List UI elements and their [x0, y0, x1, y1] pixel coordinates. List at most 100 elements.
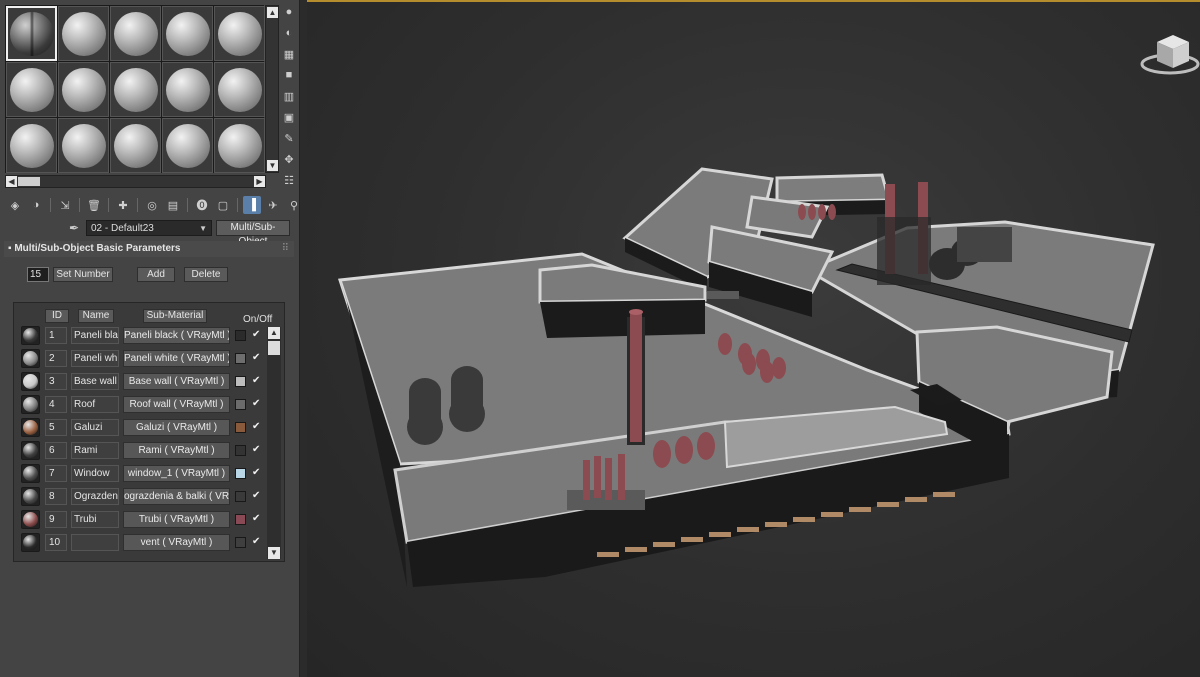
row-color-swatch[interactable] [235, 422, 246, 433]
row-sub-material-button[interactable]: window_1 ( VRayMtl ) [123, 465, 230, 482]
delete-icon[interactable]: 🗑 [85, 196, 103, 214]
table-scrollbar[interactable]: ▲ ▼ [267, 327, 281, 559]
table-row[interactable]: 9 Trubi Trubi ( VRayMtl ) ✔ [14, 509, 268, 529]
set-number-button[interactable]: Set Number [53, 267, 113, 282]
row-name-field[interactable]: Trubi [71, 511, 119, 528]
uv-tiling-icon[interactable]: ■ [282, 68, 296, 82]
scroll-thumb[interactable] [18, 177, 40, 186]
sub-material-sphere-preview[interactable] [21, 418, 40, 437]
number-of-materials-input[interactable]: 15 [27, 267, 49, 282]
background-icon[interactable]: ▦ [282, 47, 296, 61]
material-navigator-icon[interactable]: ☷ [282, 173, 296, 187]
row-sub-material-button[interactable]: Roof wall ( VRayMtl ) [123, 396, 230, 413]
row-id-field[interactable]: 2 [45, 350, 67, 367]
row-on-off-checkbox[interactable]: ✔ [252, 374, 264, 388]
header-id[interactable]: ID [45, 309, 69, 323]
row-name-field[interactable]: Rami [71, 442, 119, 459]
sub-material-sphere-preview[interactable] [21, 533, 40, 552]
show-shaded-icon[interactable]: ▢ [214, 196, 232, 214]
row-on-off-checkbox[interactable]: ✔ [252, 397, 264, 411]
scroll-left-icon[interactable]: ◀ [6, 176, 17, 187]
row-sub-material-button[interactable]: Galuzi ( VRayMtl ) [123, 419, 230, 436]
make-preview-icon[interactable]: ▣ [282, 110, 296, 124]
viewcube-icon[interactable] [1140, 35, 1200, 75]
sub-material-sphere-preview[interactable] [21, 510, 40, 529]
material-id-icon[interactable]: ⓿ [193, 196, 211, 214]
row-name-field[interactable]: Galuzi [71, 419, 119, 436]
row-on-off-checkbox[interactable]: ✔ [252, 489, 264, 503]
row-sub-material-button[interactable]: Paneli black ( VRayMtl ) [123, 327, 230, 344]
table-row[interactable]: 6 Rami Rami ( VRayMtl ) ✔ [14, 440, 268, 460]
sub-material-sphere-preview[interactable] [21, 441, 40, 460]
row-sub-material-button[interactable]: ograzdenia & balki ( VRayMtl ) [123, 488, 230, 505]
row-id-field[interactable]: 4 [45, 396, 67, 413]
sub-material-sphere-preview[interactable] [21, 372, 40, 391]
material-slot[interactable] [162, 118, 213, 173]
row-on-off-checkbox[interactable]: ✔ [252, 466, 264, 480]
table-row[interactable]: 5 Galuzi Galuzi ( VRayMtl ) ✔ [14, 417, 268, 437]
row-name-field[interactable] [71, 534, 119, 551]
row-color-swatch[interactable] [235, 468, 246, 479]
make-unique-icon[interactable]: ✚ [114, 196, 132, 214]
scroll-up-icon[interactable]: ▲ [267, 7, 278, 18]
row-color-swatch[interactable] [235, 330, 246, 341]
row-sub-material-button[interactable]: Rami ( VRayMtl ) [123, 442, 230, 459]
row-color-swatch[interactable] [235, 353, 246, 364]
material-slot[interactable] [58, 62, 109, 117]
row-id-field[interactable]: 9 [45, 511, 67, 528]
row-on-off-checkbox[interactable]: ✔ [252, 443, 264, 457]
perspective-viewport[interactable] [307, 0, 1200, 677]
header-name[interactable]: Name [78, 309, 114, 323]
material-slot[interactable] [6, 6, 57, 61]
row-on-off-checkbox[interactable]: ✔ [252, 351, 264, 365]
sub-material-sphere-preview[interactable] [21, 395, 40, 414]
table-row[interactable]: 10 vent ( VRayMtl ) ✔ [14, 532, 268, 552]
assign-material-icon[interactable]: ⇲ [56, 196, 74, 214]
material-slot[interactable] [214, 6, 265, 61]
scroll-thumb[interactable] [268, 341, 280, 355]
row-on-off-checkbox[interactable]: ✔ [252, 512, 264, 526]
material-slot[interactable] [6, 118, 57, 173]
material-slot[interactable] [162, 62, 213, 117]
row-id-field[interactable]: 1 [45, 327, 67, 344]
material-slot[interactable] [110, 62, 161, 117]
row-name-field[interactable]: Paneli black [71, 327, 119, 344]
row-color-swatch[interactable] [235, 514, 246, 525]
row-sub-material-button[interactable]: Base wall ( VRayMtl ) [123, 373, 230, 390]
row-id-field[interactable]: 3 [45, 373, 67, 390]
save-icon[interactable]: ▤ [164, 196, 182, 214]
material-slot[interactable] [58, 6, 109, 61]
scroll-down-icon[interactable]: ▼ [268, 547, 280, 559]
row-color-swatch[interactable] [235, 491, 246, 502]
row-on-off-checkbox[interactable]: ✔ [252, 328, 264, 342]
row-sub-material-button[interactable]: vent ( VRayMtl ) [123, 534, 230, 551]
material-slot[interactable] [58, 118, 109, 173]
material-slot[interactable] [214, 118, 265, 173]
row-name-field[interactable]: Paneli white [71, 350, 119, 367]
go-to-parent-icon[interactable]: ✈ [264, 196, 282, 214]
material-name-field[interactable]: 02 - Default23 ▼ [86, 219, 212, 236]
material-slot[interactable] [6, 62, 57, 117]
slots-horizontal-scrollbar[interactable]: ◀ ▶ [5, 175, 266, 188]
row-color-swatch[interactable] [235, 445, 246, 456]
rollout-drag-handle-icon[interactable]: ⠿ [282, 241, 289, 257]
put-to-scene-icon[interactable]: ◑ [27, 196, 45, 214]
table-row[interactable]: 8Ograzdeniaograzdenia & balki ( VRayMtl … [14, 486, 268, 506]
row-name-field[interactable]: Roof [71, 396, 119, 413]
select-by-material-icon[interactable]: ✥ [282, 152, 296, 166]
material-slot[interactable] [162, 6, 213, 61]
options-icon[interactable]: ✎ [282, 131, 296, 145]
row-id-field[interactable]: 5 [45, 419, 67, 436]
eyedropper-icon[interactable]: ✒ [66, 220, 82, 236]
row-id-field[interactable]: 7 [45, 465, 67, 482]
row-color-swatch[interactable] [235, 376, 246, 387]
row-color-swatch[interactable] [235, 537, 246, 548]
sub-material-sphere-preview[interactable] [21, 464, 40, 483]
row-id-field[interactable]: 6 [45, 442, 67, 459]
scroll-right-icon[interactable]: ▶ [254, 176, 265, 187]
backlight-icon[interactable]: ◐ [282, 26, 296, 40]
show-end-result-icon[interactable]: ▐ [243, 196, 261, 214]
row-name-field[interactable]: Ograzdenia [71, 488, 119, 505]
row-id-field[interactable]: 10 [45, 534, 67, 551]
row-on-off-checkbox[interactable]: ✔ [252, 535, 264, 549]
